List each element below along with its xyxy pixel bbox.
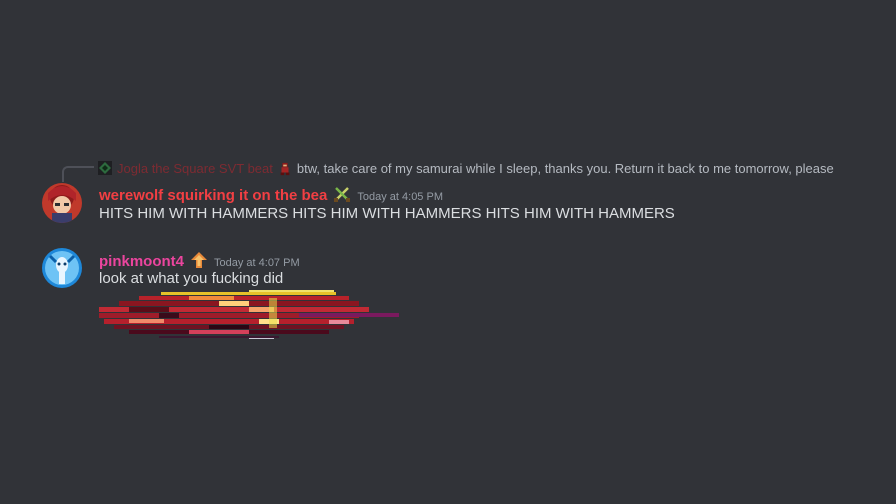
reply-author-name[interactable]: Jogla the Square SVT beat bbox=[117, 161, 273, 176]
timestamp[interactable]: Today at 4:07 PM bbox=[214, 257, 300, 269]
timestamp[interactable]: Today at 4:05 PM bbox=[357, 191, 443, 203]
username[interactable]: werewolf squirking it on the bea bbox=[99, 187, 327, 204]
avatar[interactable] bbox=[42, 183, 82, 223]
message-text: look at what you fucking did bbox=[99, 270, 284, 287]
crossed-swords-icon[interactable] bbox=[333, 185, 351, 203]
reply-preview[interactable]: Jogla the Square SVT beat btw, take care… bbox=[98, 159, 834, 177]
username[interactable]: pinkmoont4 bbox=[99, 253, 184, 270]
arrow-up-sign-icon[interactable] bbox=[190, 251, 208, 269]
reply-text[interactable]: btw, take care of my samurai while I sle… bbox=[297, 161, 834, 176]
reply-author-badge-icon bbox=[278, 161, 292, 176]
message-header: pinkmoont4 Today at 4:07 PM bbox=[99, 248, 300, 270]
message-text: HITS HIM WITH HAMMERS HITS HIM WITH HAMM… bbox=[99, 205, 675, 222]
red-haired-character-avatar-icon bbox=[42, 183, 82, 223]
avatar[interactable] bbox=[42, 248, 82, 288]
reply-author-avatar-icon[interactable] bbox=[98, 161, 112, 175]
image-attachment[interactable] bbox=[99, 290, 401, 345]
message-header: werewolf squirking it on the bea Today a… bbox=[99, 182, 443, 204]
reply-connector-line bbox=[62, 166, 94, 182]
blue-character-avatar-icon bbox=[42, 248, 82, 288]
